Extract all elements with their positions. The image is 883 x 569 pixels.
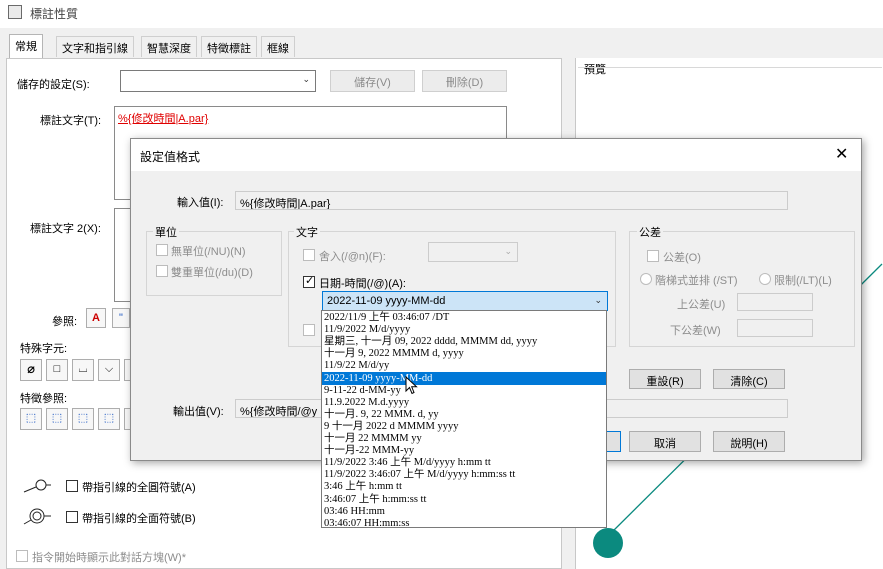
feature-ref-hole-icon[interactable]: ⬚: [20, 408, 42, 430]
tab-border[interactable]: 框線: [261, 36, 295, 57]
leader-full-circle-icon: [23, 479, 51, 493]
saved-settings-combo[interactable]: ⌄: [120, 70, 316, 92]
cancel-button[interactable]: 取消: [629, 431, 701, 452]
datetime-checkbox[interactable]: [303, 274, 315, 288]
dropdown-item[interactable]: 3:46 上午 h:mm tt: [322, 480, 606, 493]
round-checkbox[interactable]: [303, 249, 315, 261]
text-option-checkbox[interactable]: [303, 324, 315, 336]
chevron-down-icon: ⌄: [302, 74, 310, 84]
window-titlebar: 標註性質: [0, 0, 883, 28]
diameter-icon[interactable]: ⌀: [20, 359, 42, 381]
note-text2-label: 標註文字 2(X):: [30, 223, 101, 235]
special-chars-label: 特殊字元:: [20, 343, 68, 355]
tab-text-leader[interactable]: 文字和指引線: [56, 36, 134, 57]
mouse-cursor-icon: [405, 376, 418, 395]
dropdown-item[interactable]: 11/9/22 M/d/yy: [322, 359, 606, 372]
dropdown-item[interactable]: 9 十一月 2022 d MMMM yyyy: [322, 420, 606, 433]
datetime-dropdown-list[interactable]: 2022/11/9 上午 03:46:07 /DT 11/9/2022 M/d/y…: [321, 310, 607, 528]
square-icon[interactable]: □: [46, 359, 68, 381]
leader-full-circle-checkbox[interactable]: [66, 480, 78, 492]
feature-ref-depth-icon[interactable]: ⬚: [46, 408, 68, 430]
datetime-combo[interactable]: 2022-11-09 yyyy-MM-dd ⌄: [322, 291, 608, 311]
feature-ref-thread-icon[interactable]: ⬚: [72, 408, 94, 430]
dialog-title: 設定值格式: [140, 150, 201, 164]
chevron-down-icon: ⌄: [504, 246, 512, 256]
dropdown-item[interactable]: 9-11-22 d-MM-yy: [322, 384, 606, 397]
help-button[interactable]: 說明(H): [713, 431, 785, 452]
datetime-combo-value: 2022-11-09 yyyy-MM-dd: [327, 295, 446, 307]
app-icon: [8, 5, 22, 19]
dropdown-item[interactable]: 11.9.2022 M.d.yyyy: [322, 396, 606, 409]
counterbore-icon[interactable]: ⌴: [72, 359, 94, 381]
dropdown-item[interactable]: 11/9/2022 3:46 上午 M/d/yyyy h:mm tt: [322, 456, 606, 469]
dropdown-item[interactable]: 星期三, 十一月 09, 2022 dddd, MMMM dd, yyyy: [322, 335, 606, 348]
unit-group-title: 單位: [153, 224, 179, 240]
dropdown-item[interactable]: 十一月-22 MMM-yy: [322, 444, 606, 457]
upper-tol-label: 上公差(U): [677, 299, 726, 311]
tab-general[interactable]: 常規: [9, 34, 43, 59]
dropdown-item[interactable]: 十一月 9, 2022 MMMM d, yyyy: [322, 347, 606, 360]
round-label: 舍入(/@n)(F):: [319, 251, 386, 263]
insert-note-icon[interactable]: ": [112, 308, 130, 328]
show-dialog-label: 指令開始時顯示此對話方塊(W)*: [32, 552, 186, 564]
delete-button[interactable]: 刪除(D): [422, 70, 507, 92]
insert-reference-icon[interactable]: A: [86, 308, 106, 328]
tolerance-group-title: 公差: [637, 224, 663, 240]
tab-smart-depth[interactable]: 智慧深度: [141, 36, 197, 57]
limit-radio[interactable]: [759, 273, 771, 285]
limit-label: 限制(/LT)(L): [774, 275, 832, 287]
chevron-down-icon: ⌄: [594, 295, 602, 305]
note-text-value: %{修改時間|A.par}: [118, 113, 209, 125]
feature-ref-label: 特徵參照:: [20, 393, 68, 405]
input-value-field[interactable]: %{修改時間|A.par}: [235, 191, 788, 210]
leader-full-circle-label: 帶指引線的全圓符號(A): [82, 482, 196, 494]
save-button[interactable]: 儲存(V): [330, 70, 415, 92]
tolerance-checkbox[interactable]: [647, 250, 659, 262]
no-unit-checkbox[interactable]: [156, 244, 168, 256]
saved-settings-label: 儲存的設定(S):: [17, 79, 90, 91]
dropdown-item[interactable]: 03:46:07 HH:mm:ss: [322, 517, 606, 527]
output-value-label: 輸出值(V):: [173, 406, 224, 418]
lower-tol-field[interactable]: [737, 319, 813, 337]
feature-ref-tap-icon[interactable]: ⬚: [98, 408, 120, 430]
countersink-icon[interactable]: ⌵: [98, 359, 120, 381]
round-combo[interactable]: ⌄: [428, 242, 518, 262]
tab-feature-note[interactable]: 特徵標註: [201, 36, 257, 57]
dropdown-item[interactable]: 11/9/2022 M/d/yyyy: [322, 323, 606, 336]
stepped-radio[interactable]: [640, 273, 652, 285]
leader-full-surface-icon: [23, 508, 51, 525]
note-text-label: 標註文字(T):: [40, 115, 102, 127]
window-title: 標註性質: [30, 7, 79, 21]
no-unit-label: 無單位(/NU)(N): [171, 246, 246, 258]
dropdown-item[interactable]: 03:46 HH:mm: [322, 505, 606, 518]
reference-label: 參照:: [52, 316, 78, 328]
dialog-titlebar: 設定值格式 ✕: [131, 139, 861, 171]
stepped-label: 階梯式並排 (/ST): [655, 275, 738, 287]
reset-button[interactable]: 重設(R): [629, 369, 701, 389]
tolerance-label: 公差(O): [663, 252, 701, 264]
dual-unit-checkbox[interactable]: [156, 265, 168, 277]
lower-tol-label: 下公差(W): [670, 325, 721, 337]
datetime-label: 日期-時間(/@)(A):: [319, 278, 406, 290]
dropdown-item[interactable]: 3:46:07 上午 h:mm:ss tt: [322, 493, 606, 506]
upper-tol-field[interactable]: [737, 293, 813, 311]
leader-full-surface-checkbox[interactable]: [66, 511, 78, 523]
clear-button[interactable]: 清除(C): [713, 369, 785, 389]
text-group-title: 文字: [294, 224, 320, 240]
dropdown-item[interactable]: 2022-11-09 yyyy-MM-dd: [322, 371, 606, 385]
dropdown-item[interactable]: 十一月 22 MMMM yy: [322, 432, 606, 445]
dual-unit-label: 雙重單位(/du)(D): [171, 267, 253, 279]
dropdown-item[interactable]: 2022/11/9 上午 03:46:07 /DT: [322, 311, 606, 324]
dropdown-item[interactable]: 十一月. 9, 22 MMM. d, yy: [322, 408, 606, 421]
input-value-label: 輸入值(I):: [177, 197, 224, 209]
dropdown-item[interactable]: 11/9/2022 3:46:07 上午 M/d/yyyy h:mm:ss tt: [322, 468, 606, 481]
close-icon[interactable]: ✕: [835, 144, 848, 164]
show-dialog-checkbox[interactable]: [16, 550, 28, 562]
leader-full-surface-label: 帶指引線的全面符號(B): [82, 513, 196, 525]
